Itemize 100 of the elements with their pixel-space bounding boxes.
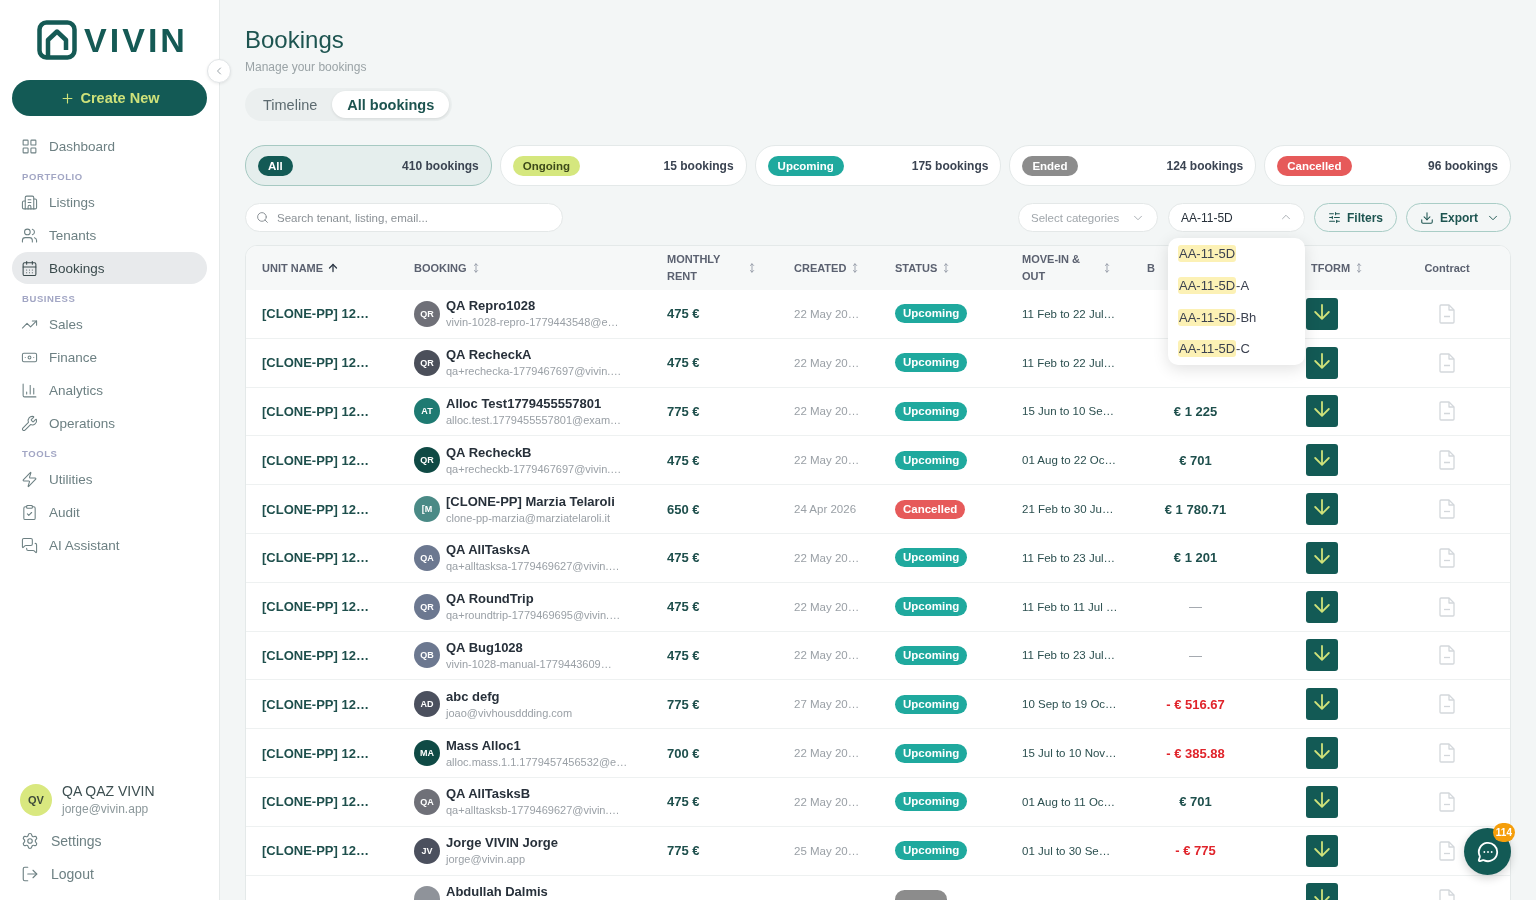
- download-button[interactable]: [1306, 444, 1338, 477]
- status-card[interactable]: Cancelled 96 bookings: [1264, 145, 1511, 186]
- monthly-rent: 775 €: [667, 696, 700, 712]
- nav-item[interactable]: Utilities: [12, 463, 207, 495]
- download-button[interactable]: [1306, 395, 1338, 428]
- search-field[interactable]: Search tenant, listing, email...: [245, 203, 563, 232]
- nav-item[interactable]: Finance: [12, 341, 207, 373]
- tenant-avatar: [M: [414, 496, 440, 523]
- stay-dates: 01 Aug to 11 Oc…: [1022, 795, 1116, 808]
- status-card[interactable]: Upcoming 175 bookings: [754, 145, 1002, 186]
- created-date: 22 May 20…: [794, 600, 860, 613]
- arrow-down-icon: [1314, 303, 1330, 320]
- status-badge: Upcoming: [895, 450, 968, 470]
- monthly-rent: 475 €: [667, 599, 700, 615]
- balance-amount: —: [1189, 647, 1202, 663]
- balance-amount: € 701: [1179, 794, 1212, 810]
- document-icon: [1439, 547, 1455, 568]
- status-card[interactable]: All 410 bookings: [245, 145, 492, 186]
- user-email: jorge@vivin.app: [62, 802, 150, 816]
- nav-item[interactable]: Dashboard: [12, 130, 207, 162]
- dropdown-option[interactable]: AA-11-5D-C: [1167, 333, 1305, 365]
- tenant-email: vivin-1028-repro-1779443548@e…: [446, 316, 619, 330]
- download-button[interactable]: [1306, 834, 1338, 867]
- status-badge: Upcoming: [895, 304, 968, 324]
- nav-item[interactable]: Tenants: [12, 219, 207, 251]
- settings-link[interactable]: Settings: [12, 825, 207, 857]
- balance-amount: € 1 225: [1173, 404, 1218, 419]
- download-button[interactable]: [1306, 590, 1338, 623]
- tenant-email: vivin-1028-manual-1779443609…: [446, 657, 612, 671]
- download-button[interactable]: [1306, 493, 1338, 526]
- created-date: 24 Apr 2026: [794, 503, 857, 516]
- dropdown-option[interactable]: AA-11-5D-A: [1167, 269, 1305, 302]
- created-date: 22 May 20…: [794, 649, 860, 662]
- created-date: 22 May 20…: [794, 795, 860, 808]
- tenant-name: QA AllTasksB: [446, 786, 532, 803]
- building-icon: [21, 193, 38, 211]
- status-badge: Ongoing: [512, 155, 581, 176]
- unit-search-field[interactable]: AA-11-5D: [1167, 203, 1305, 232]
- chat-bubble-icon: [1476, 840, 1499, 863]
- nav-item[interactable]: Bookings: [12, 252, 207, 284]
- document-icon: [1439, 450, 1455, 471]
- download-button[interactable]: [1306, 297, 1338, 330]
- create-new-button[interactable]: Create New: [12, 80, 207, 116]
- tenant-avatar: QB: [414, 642, 440, 669]
- status-badge: Upcoming: [895, 402, 968, 421]
- status-badge: Upcoming: [895, 353, 968, 373]
- booking-count: 410 bookings: [402, 158, 479, 173]
- dropdown-option[interactable]: AA-11-5D: [1167, 238, 1305, 270]
- logout-link[interactable]: Logout: [12, 858, 207, 890]
- nav-item[interactable]: Audit: [12, 496, 207, 528]
- status-badge: Upcoming: [895, 548, 968, 568]
- status-badge: Upcoming: [895, 597, 968, 617]
- view-tab[interactable]: All bookings: [332, 91, 450, 118]
- stay-dates: 11 Feb to 23 Jul…: [1022, 649, 1116, 662]
- nav-item[interactable]: Operations: [12, 407, 207, 439]
- tenant-avatar: JV: [414, 837, 440, 864]
- status-badge: Ended: [1022, 155, 1078, 176]
- view-tab[interactable]: Timeline: [248, 91, 333, 118]
- status-badge: Cancelled: [895, 499, 966, 519]
- nav-item[interactable]: Sales: [12, 308, 207, 340]
- unit-name: [CLONE-PP] 12…: [262, 696, 369, 712]
- tenant-email: joao@vivhousddding.com: [446, 706, 573, 720]
- tenant-avatar: AD: [414, 691, 440, 718]
- document-icon: [1439, 401, 1455, 422]
- monthly-rent: 475 €: [667, 794, 700, 810]
- status-card[interactable]: Ended 124 bookings: [1009, 145, 1257, 186]
- nav-item[interactable]: Listings: [12, 186, 207, 218]
- stay-dates: 15 Jun to 10 Se…: [1022, 405, 1115, 418]
- tenant-avatar: AT: [414, 398, 440, 425]
- column-header: B: [1147, 260, 1155, 276]
- nav-item[interactable]: Analytics: [12, 374, 207, 406]
- arrow-down-icon: [1314, 743, 1330, 760]
- booking-count: 175 bookings: [911, 158, 989, 173]
- document-icon: [1439, 499, 1455, 520]
- tenant-name: QA RoundTrip: [446, 591, 535, 608]
- download-button[interactable]: [1306, 541, 1338, 574]
- column-header: MONTHLY RENT: [667, 252, 722, 284]
- created-date: 22 May 20…: [794, 454, 860, 467]
- unit-name: [CLONE-PP] 12…: [262, 355, 369, 371]
- download-button[interactable]: [1306, 785, 1338, 818]
- document-icon: [1439, 645, 1455, 666]
- download-button[interactable]: [1306, 639, 1338, 672]
- stay-dates: 11 Feb to 22 Jul…: [1022, 307, 1116, 320]
- download-button[interactable]: [1306, 688, 1338, 721]
- tenant-avatar: QA: [414, 788, 440, 815]
- download-button[interactable]: [1306, 737, 1338, 770]
- created-date: 22 May 20…: [794, 747, 860, 760]
- column-header: UNIT NAME: [262, 260, 324, 276]
- monthly-rent: 475 €: [667, 452, 700, 468]
- stay-dates: 01 Aug to 22 Oc…: [1022, 454, 1116, 467]
- tenant-name: Abdullah Dalmis: [446, 883, 548, 900]
- dropdown-option[interactable]: AA-11-5D-Bh: [1167, 301, 1305, 334]
- download-button[interactable]: [1306, 346, 1338, 379]
- nav-item[interactable]: AI Assistant: [12, 529, 207, 561]
- status-badge: Upcoming: [895, 694, 968, 714]
- section-label: PORTFOLIO: [21, 170, 84, 184]
- unit-name: [CLONE-PP] 12…: [262, 794, 369, 810]
- settings-icon: [21, 832, 39, 850]
- status-card[interactable]: Ongoing 15 bookings: [499, 145, 747, 186]
- status-badge: All: [258, 155, 293, 176]
